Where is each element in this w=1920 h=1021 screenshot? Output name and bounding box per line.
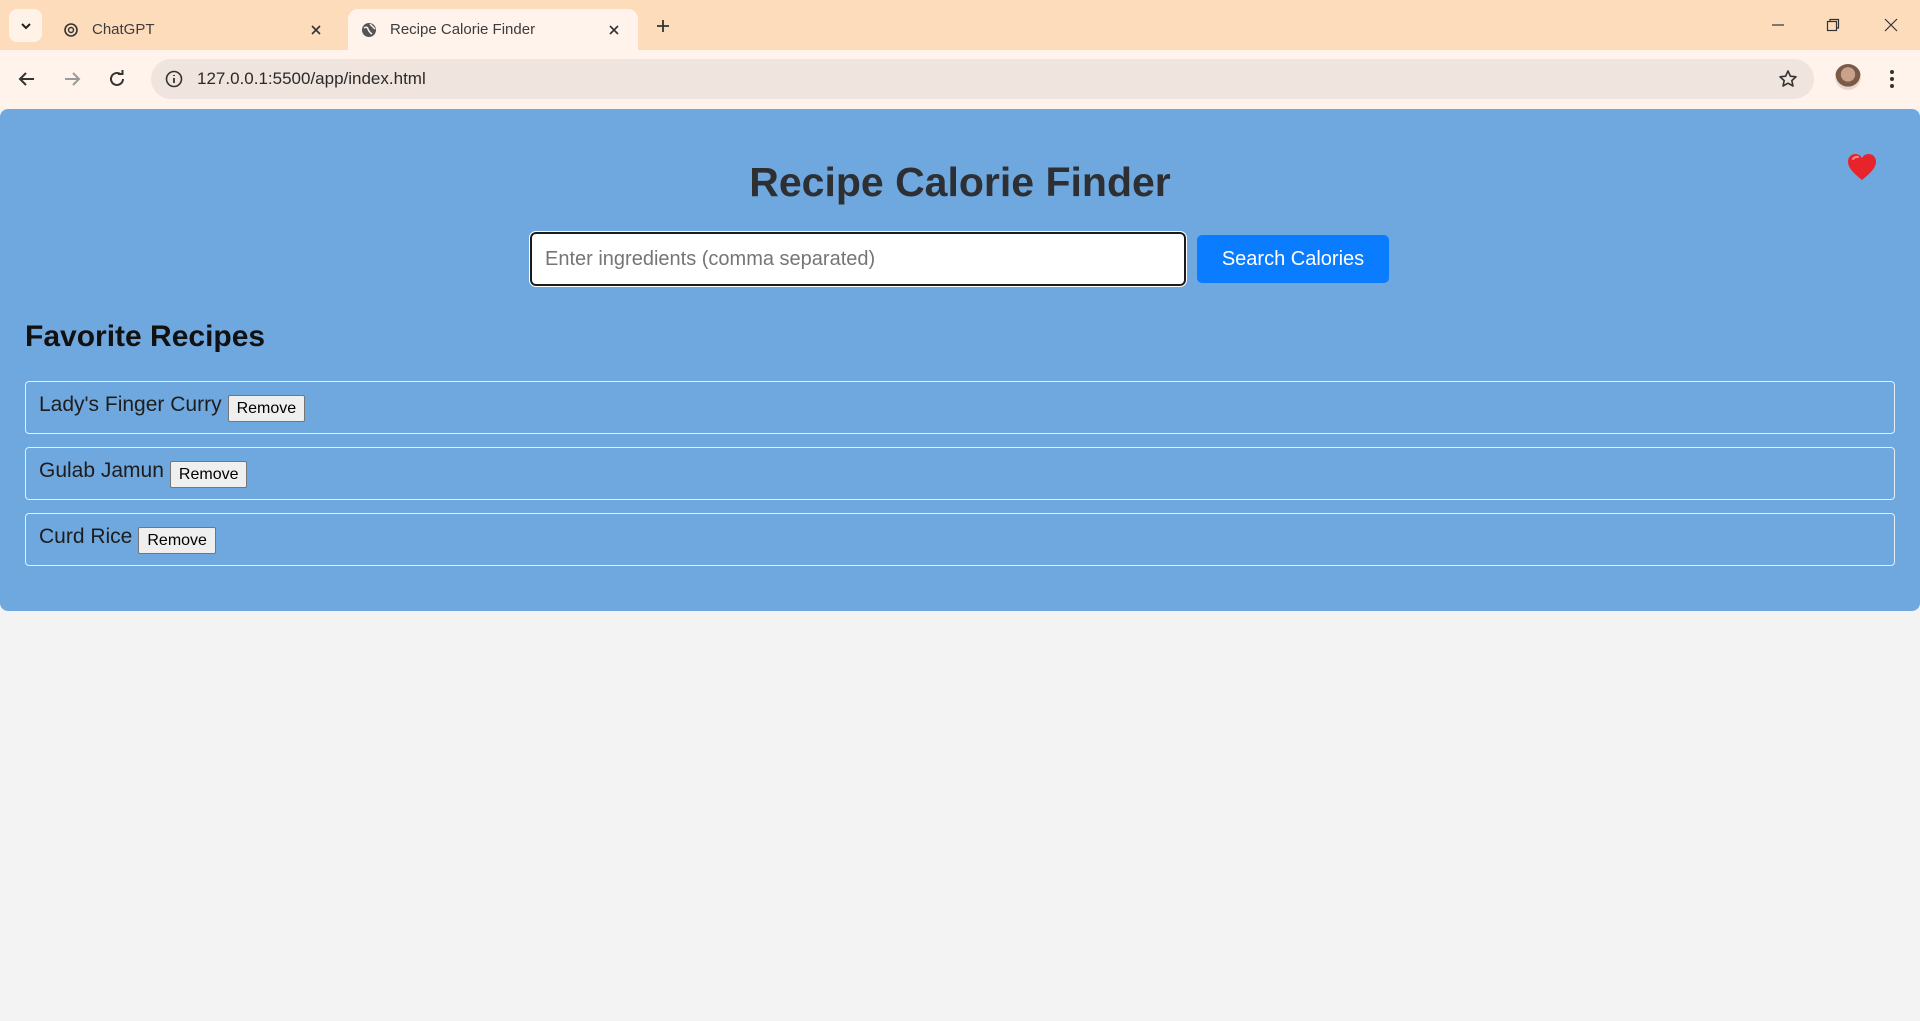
remove-favorite-button[interactable]: Remove (138, 527, 216, 554)
favorite-item: Lady's Finger Curry Remove (25, 381, 1895, 434)
reload-icon (110, 70, 124, 86)
new-tab-button[interactable] (650, 13, 676, 39)
favorite-item: Gulab Jamun Remove (25, 447, 1895, 500)
window-close-button[interactable] (1873, 10, 1909, 40)
browser-tab-bar: ChatGPT Recipe Calorie Finder (0, 0, 1920, 50)
tab-title: ChatGPT (92, 21, 155, 38)
page-viewport: Recipe Calorie Finder Search Calories Fa… (0, 109, 1920, 1021)
tab-recipe-calorie-finder[interactable]: Recipe Calorie Finder (348, 9, 638, 50)
ingredients-search-input[interactable] (529, 231, 1187, 287)
bookmark-star-icon[interactable] (1776, 67, 1800, 91)
restore-button[interactable] (1815, 10, 1851, 40)
arrow-left-icon (18, 72, 34, 86)
tab-chatgpt[interactable]: ChatGPT (50, 9, 340, 50)
chatgpt-icon (62, 21, 80, 39)
url-text[interactable]: 127.0.0.1:5500/app/index.html (197, 69, 426, 89)
arrow-right-icon (65, 72, 81, 86)
search-calories-button[interactable]: Search Calories (1197, 235, 1389, 283)
close-icon[interactable] (602, 18, 626, 42)
page-title: Recipe Calorie Finder (749, 159, 1171, 205)
site-info-icon[interactable] (162, 67, 186, 91)
favorites-heading: Favorite Recipes (25, 320, 266, 353)
address-bar[interactable]: 127.0.0.1:5500/app/index.html (151, 59, 1814, 99)
chevron-down-icon (20, 22, 31, 29)
reload-button[interactable] (102, 64, 132, 94)
remove-favorite-button[interactable]: Remove (169, 461, 248, 488)
restore-icon (1826, 18, 1840, 32)
favorite-name: Gulab Jamun (39, 459, 164, 482)
minimize-button[interactable] (1760, 10, 1796, 40)
forward-button[interactable] (57, 64, 87, 94)
favorite-name: Curd Rice (39, 525, 133, 548)
browser-toolbar: 127.0.0.1:5500/app/index.html (0, 50, 1920, 109)
favorites-list: Lady's Finger Curry Remove Gulab Jamun R… (25, 381, 1895, 579)
back-button[interactable] (12, 64, 42, 94)
close-icon[interactable] (304, 18, 328, 42)
remove-favorite-button[interactable]: Remove (227, 395, 306, 422)
minimize-icon (1772, 24, 1784, 26)
app-container: Recipe Calorie Finder Search Calories Fa… (0, 109, 1920, 611)
profile-avatar[interactable] (1835, 64, 1861, 90)
favorite-item: Curd Rice Remove (25, 513, 1895, 566)
more-vert-icon (1890, 70, 1894, 88)
favorite-name: Lady's Finger Curry (39, 393, 222, 416)
plus-icon (657, 20, 669, 32)
globe-icon (360, 21, 378, 39)
tab-title: Recipe Calorie Finder (390, 21, 536, 38)
tab-search-button[interactable] (9, 9, 42, 42)
browser-menu-button[interactable] (1880, 64, 1904, 94)
close-icon (1884, 18, 1898, 32)
